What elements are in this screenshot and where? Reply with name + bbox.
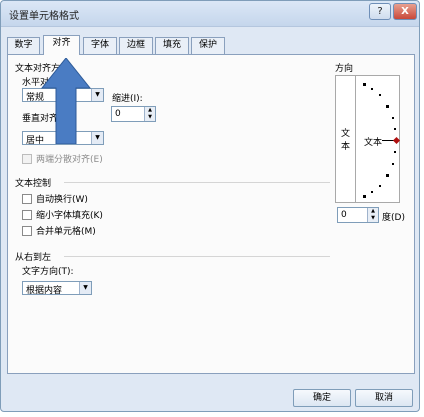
merge-cells-label: 合并单元格(M) <box>36 227 96 237</box>
tab-protection[interactable]: 保护 <box>191 37 225 54</box>
title-bar: 设置单元格格式 ? X <box>1 1 419 27</box>
degree-mark <box>386 105 389 108</box>
shrink-to-fit-checkbox[interactable]: 缩小字体填充(K) <box>22 208 103 221</box>
degree-value: 0 <box>341 210 347 220</box>
shrink-to-fit-label: 缩小字体填充(K) <box>36 211 103 221</box>
text-direction-select[interactable]: 根据内容 ▼ <box>22 281 92 296</box>
horizontal-label: 水平对齐 <box>22 78 59 88</box>
spinner-buttons[interactable]: ▲ ▼ <box>144 107 155 121</box>
degree-mark <box>392 117 394 119</box>
text-direction-value: 根据内容 <box>26 286 63 296</box>
degree-mark <box>371 88 373 90</box>
orientation-handle[interactable] <box>392 136 401 145</box>
format-cells-dialog: 设置单元格格式 ? X 数字 对齐 字体 边框 填充 保护 文本对齐方式 水平对… <box>0 0 420 412</box>
vertical-value: 居中 <box>26 136 45 146</box>
section-divider <box>64 182 330 183</box>
degree-mark <box>392 163 394 165</box>
indent-label: 缩进(I): <box>112 94 143 104</box>
spinner-buttons[interactable]: ▲ ▼ <box>367 208 378 222</box>
spin-down-icon[interactable]: ▼ <box>145 114 155 121</box>
cancel-button[interactable]: 取消 <box>355 389 413 407</box>
degree-mark <box>379 185 381 187</box>
distributed-checkbox[interactable]: 两端分散对齐(E) <box>22 152 103 165</box>
spin-up-icon[interactable]: ▲ <box>145 107 155 114</box>
checkbox-box <box>22 209 32 220</box>
close-button[interactable]: X <box>393 3 417 20</box>
vertical-label: 垂直对齐 <box>22 114 59 124</box>
text-control-heading: 文本控制 <box>15 179 52 189</box>
text-alignment-heading: 文本对齐方式 <box>15 64 70 74</box>
distributed-label: 两端分散对齐(E) <box>36 155 103 165</box>
orientation-text: 文本 <box>364 138 383 148</box>
wrap-text-label: 自动换行(W) <box>36 195 88 205</box>
text-direction-label: 文字方向(T): <box>22 267 74 277</box>
degree-mark <box>386 174 389 177</box>
degree-mark <box>379 94 381 96</box>
vertical-char: 文 <box>341 129 351 139</box>
orientation-heading: 方向 <box>335 64 354 74</box>
rtl-heading: 从右到左 <box>15 253 52 263</box>
tab-font[interactable]: 字体 <box>83 37 117 54</box>
degree-mark <box>363 195 366 198</box>
degree-label: 度(D) <box>382 213 405 223</box>
degree-mark <box>363 83 366 86</box>
degree-mark <box>394 151 396 153</box>
chevron-down-icon: ▼ <box>91 132 103 144</box>
dialog-title: 设置单元格格式 <box>9 11 79 22</box>
degree-mark <box>371 191 373 193</box>
vertical-char: 本 <box>341 142 351 152</box>
orientation-control[interactable]: 文 本 文本 <box>335 75 401 203</box>
degree-mark <box>394 128 396 130</box>
tab-alignment[interactable]: 对齐 <box>43 35 80 55</box>
tab-border[interactable]: 边框 <box>119 37 153 54</box>
chevron-down-icon: ▼ <box>91 89 103 101</box>
ok-button[interactable]: 确定 <box>293 389 351 407</box>
checkbox-box <box>22 153 32 164</box>
horizontal-select[interactable]: 常规 ▼ <box>22 88 104 103</box>
merge-cells-checkbox[interactable]: 合并单元格(M) <box>22 224 96 237</box>
tab-number[interactable]: 数字 <box>7 37 40 54</box>
wrap-text-checkbox[interactable]: 自动换行(W) <box>22 192 88 205</box>
horizontal-value: 常规 <box>26 93 45 103</box>
section-divider <box>64 256 330 257</box>
help-button[interactable]: ? <box>369 3 391 20</box>
vertical-select[interactable]: 居中 ▼ <box>22 131 104 146</box>
chevron-down-icon: ▼ <box>79 282 91 294</box>
vertical-text-toggle[interactable]: 文 本 <box>336 76 356 202</box>
degree-spinner[interactable]: 0 ▲ ▼ <box>337 207 379 223</box>
spin-down-icon[interactable]: ▼ <box>368 215 378 222</box>
tab-fill[interactable]: 填充 <box>155 37 189 54</box>
spin-up-icon[interactable]: ▲ <box>368 208 378 215</box>
indent-spinner[interactable]: 0 ▲ ▼ <box>111 106 156 122</box>
checkbox-box <box>22 225 32 236</box>
checkbox-box <box>22 193 32 204</box>
indent-value: 0 <box>115 109 121 119</box>
